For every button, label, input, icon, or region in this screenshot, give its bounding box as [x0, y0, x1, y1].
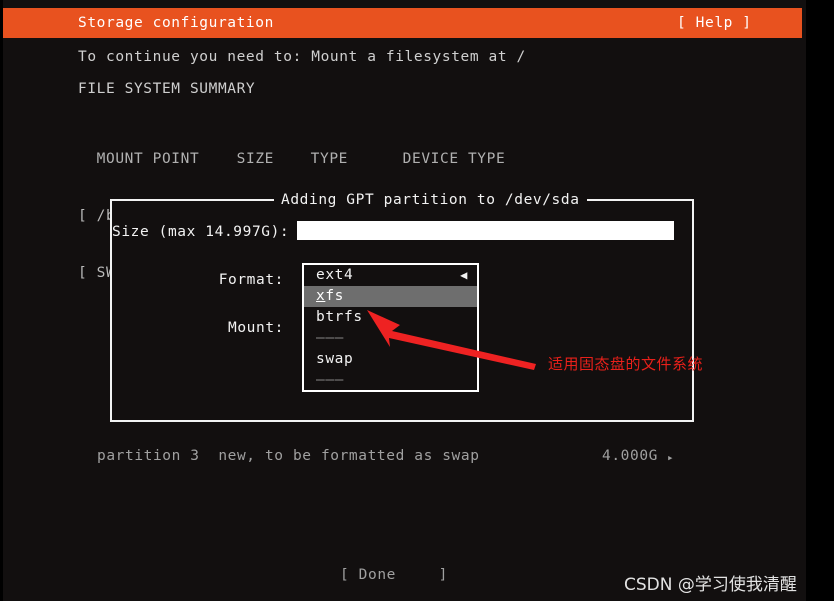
dropdown-option-btrfs[interactable]: btrfs: [304, 307, 477, 328]
dropdown-option-leave-unformatted[interactable]: Leave unformatted: [304, 391, 477, 392]
partition-description: new, to be formatted as swap: [218, 448, 480, 464]
continue-hint: To continue you need to: Mount a filesys…: [78, 49, 526, 65]
column-header-device-type: DEVICE TYPE: [402, 151, 506, 167]
column-header-type: TYPE: [310, 151, 348, 167]
format-dropdown-list[interactable]: ext4 ◀ xfs btrfs ——— swap ——— Leave unfor…: [302, 263, 479, 392]
button-close-bracket: ]: [438, 567, 449, 583]
partition-size: 4.000G: [602, 448, 658, 464]
dropdown-option-xfs[interactable]: xfs: [304, 286, 477, 307]
dropdown-option-label: swap: [316, 351, 354, 367]
watermark: CSDN @学习使我清醒: [624, 575, 797, 595]
dropdown-option-swap[interactable]: swap: [304, 349, 477, 370]
dropdown-option-label: fs: [325, 288, 345, 304]
size-field-label: Size (max 14.997G):: [112, 224, 290, 240]
dropdown-separator-label: ———: [316, 372, 344, 388]
dropdown-option-ext4[interactable]: ext4 ◀: [304, 265, 477, 286]
caret-right-icon[interactable]: ▸: [667, 448, 674, 467]
dialog-action-buttons: [ Done] [ Reset] [ Back]: [340, 528, 448, 601]
column-header-size: SIZE: [236, 151, 274, 167]
size-input[interactable]: [297, 221, 674, 240]
mount-field-label: Mount:: [228, 320, 284, 336]
partition-summary-row[interactable]: partition 3 new, to be formatted as swap…: [97, 448, 687, 464]
dropdown-option-label: ext4: [316, 267, 354, 283]
annotation-label: 适用固态盘的文件系统: [548, 355, 704, 373]
dropdown-separator: ———: [304, 370, 477, 390]
format-field-label: Format:: [218, 272, 284, 288]
done-button[interactable]: [ Done]: [340, 566, 448, 585]
dropdown-separator-label: ———: [316, 330, 344, 346]
collapse-left-arrow-icon[interactable]: ◀: [460, 265, 468, 286]
dropdown-option-mnemonic: x: [316, 288, 326, 304]
help-button[interactable]: [ Help ]: [677, 15, 752, 31]
dialog-title: Adding GPT partition to /dev/sda: [274, 192, 587, 208]
row-open-bracket: [: [78, 265, 97, 281]
column-header-mount-point: MOUNT POINT: [96, 151, 200, 167]
screen-root: Storage configuration [ Help ] To contin…: [0, 0, 834, 601]
page-title: Storage configuration: [78, 15, 274, 31]
partition-name: partition 3: [97, 448, 200, 464]
dropdown-separator: ———: [304, 328, 477, 349]
button-label: Done: [358, 567, 396, 583]
dropdown-option-label: btrfs: [316, 309, 363, 325]
filesystem-summary-heading: FILE SYSTEM SUMMARY: [78, 81, 256, 97]
row-open-bracket: [: [78, 208, 97, 224]
table-header-row: MOUNT POINT SIZE TYPE DEVICE TYPE: [78, 150, 692, 169]
button-open-bracket: [: [340, 567, 359, 583]
